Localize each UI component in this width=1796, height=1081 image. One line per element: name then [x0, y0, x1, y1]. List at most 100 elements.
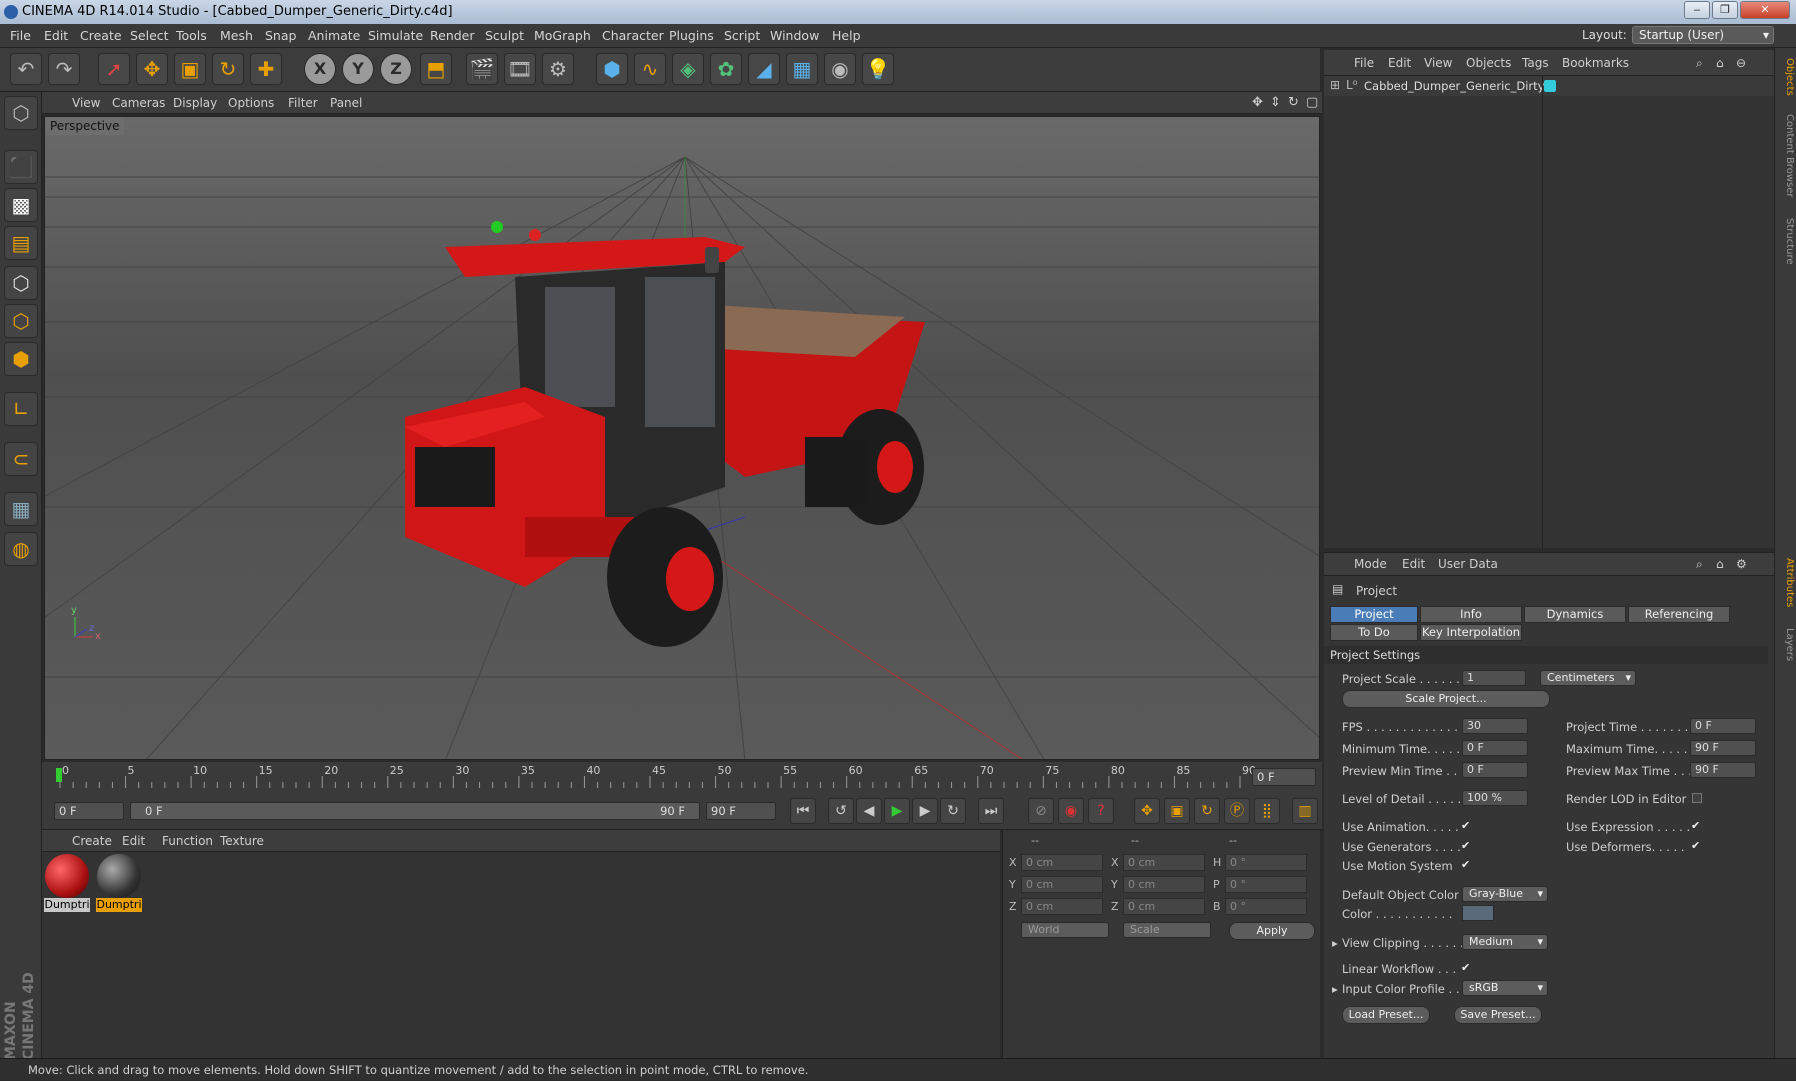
menu-snap[interactable]: Snap: [265, 24, 296, 48]
menu-edit[interactable]: Edit: [44, 24, 68, 48]
y-axis-icon[interactable]: Y: [342, 53, 374, 85]
rotation-b-field[interactable]: 0 °: [1225, 898, 1307, 915]
minimize-button[interactable]: ‒: [1684, 1, 1710, 19]
menu-create[interactable]: Create: [80, 24, 122, 48]
tab-info[interactable]: Info: [1420, 606, 1522, 623]
search-icon[interactable]: ⌕: [1696, 553, 1703, 575]
live-select-icon[interactable]: ➚: [98, 53, 130, 85]
cube-icon[interactable]: ⬢: [596, 53, 628, 85]
preview-max-time-field[interactable]: 90 F: [1690, 762, 1756, 778]
fps-field[interactable]: 30: [1462, 718, 1528, 734]
preview-range-slider[interactable]: 0 F 90 F: [130, 802, 700, 820]
viewport-zoom-icon[interactable]: ⇕: [1270, 92, 1281, 114]
array-icon[interactable]: ✿: [710, 53, 742, 85]
menu-window[interactable]: Window: [770, 24, 819, 48]
viewport-menu-view[interactable]: View: [72, 92, 100, 114]
snap-icon[interactable]: ◍: [4, 532, 38, 566]
menu-animate[interactable]: Animate: [308, 24, 360, 48]
position-x-field[interactable]: 0 cm: [1021, 854, 1103, 871]
objects-menu-bookmarks[interactable]: Bookmarks: [1562, 50, 1629, 76]
move-icon[interactable]: ✥: [136, 53, 168, 85]
x-axis-icon[interactable]: X: [304, 53, 336, 85]
preview-min-time-field[interactable]: 0 F: [1462, 762, 1528, 778]
tab-objects[interactable]: Objects: [1777, 58, 1795, 96]
record-active-icon[interactable]: ⊘: [1028, 798, 1054, 824]
autokey-icon[interactable]: ◉: [1058, 798, 1084, 824]
key-scale-icon[interactable]: ▣: [1164, 798, 1190, 824]
previous-frame-icon[interactable]: ◀: [856, 798, 882, 824]
viewport-menu-panel[interactable]: Panel: [330, 92, 362, 114]
timeline-playhead[interactable]: [56, 768, 62, 782]
deformer-icon[interactable]: ◢: [748, 53, 780, 85]
home-icon[interactable]: ⌂: [1716, 50, 1724, 76]
menu-tools[interactable]: Tools: [176, 24, 207, 48]
use-motion-system-checkbox[interactable]: ✔: [1461, 859, 1473, 871]
size-mode-dropdown[interactable]: Scale: [1123, 922, 1211, 938]
next-frame-icon[interactable]: ▶: [912, 798, 938, 824]
apply-button[interactable]: Apply: [1229, 922, 1315, 940]
add-icon[interactable]: ✚: [250, 53, 282, 85]
timeline-ruler[interactable]: 0 5 10 15 20 25 30 35 40 45 50 55 60 65 70 75 80 85 90 0 F: [42, 762, 1322, 794]
material-tag-icon[interactable]: [1544, 80, 1556, 92]
dumper-truck-model[interactable]: [405, 221, 925, 647]
tab-referencing[interactable]: Referencing: [1628, 606, 1730, 623]
tab-dynamics[interactable]: Dynamics: [1524, 606, 1626, 623]
expand-arrow-icon[interactable]: ▸: [1332, 982, 1338, 996]
make-editable-icon[interactable]: ⬡: [4, 96, 38, 130]
project-scale-field[interactable]: 1: [1462, 670, 1526, 686]
viewport-menu-options[interactable]: Options: [228, 92, 274, 114]
position-z-field[interactable]: 0 cm: [1021, 898, 1103, 915]
key-pla-icon[interactable]: ⣿: [1254, 798, 1280, 824]
use-deformers-checkbox[interactable]: ✔: [1691, 840, 1703, 852]
navigation-icon[interactable]: ⌂: [1716, 553, 1724, 575]
units-dropdown[interactable]: Centimeters ▾: [1540, 670, 1636, 686]
layout-dropdown[interactable]: Startup (User) ▾: [1632, 26, 1774, 44]
attributes-menu-user-data[interactable]: User Data: [1438, 553, 1498, 575]
end-frame-field[interactable]: 90 F: [706, 802, 776, 820]
start-frame-field[interactable]: 0 F: [54, 802, 124, 820]
size-x-field[interactable]: 0 cm: [1123, 854, 1205, 871]
load-preset-button[interactable]: Load Preset...: [1342, 1006, 1430, 1024]
tab-layers[interactable]: Layers: [1777, 628, 1795, 661]
z-axis-icon[interactable]: Z: [380, 53, 412, 85]
use-generators-checkbox[interactable]: ✔: [1461, 840, 1473, 852]
keyframe-selection-icon[interactable]: ?: [1088, 798, 1114, 824]
tab-content-browser[interactable]: Content Browser: [1777, 114, 1795, 197]
material-menu-function[interactable]: Function: [162, 830, 213, 852]
scale-project-button[interactable]: Scale Project...: [1342, 690, 1550, 708]
attributes-menu-edit[interactable]: Edit: [1402, 553, 1425, 575]
expand-icon[interactable]: ⊞: [1330, 78, 1340, 92]
go-to-end-icon[interactable]: ⏭: [978, 798, 1004, 824]
spline-icon[interactable]: ∿: [634, 53, 666, 85]
texture-mode-icon[interactable]: ▩: [4, 188, 38, 222]
objects-menu-objects[interactable]: Objects: [1466, 50, 1511, 76]
viewport-layout-icon[interactable]: ▢: [1306, 92, 1318, 114]
maximize-button[interactable]: ❐: [1712, 1, 1738, 19]
input-color-profile-dropdown[interactable]: sRGB ▾: [1462, 980, 1548, 996]
menu-script[interactable]: Script: [724, 24, 760, 48]
tab-to-do[interactable]: To Do: [1330, 624, 1418, 641]
expand-arrow-icon[interactable]: ▸: [1332, 936, 1338, 950]
minimum-time-field[interactable]: 0 F: [1462, 740, 1528, 756]
objects-menu-edit[interactable]: Edit: [1388, 50, 1411, 76]
model-mode-icon[interactable]: ⬛: [4, 150, 38, 184]
go-to-start-icon[interactable]: ⏮: [790, 798, 816, 824]
timeline-window-icon[interactable]: ▥: [1292, 798, 1318, 824]
objects-menu-view[interactable]: View: [1424, 50, 1452, 76]
viewport-menu-filter[interactable]: Filter: [288, 92, 318, 114]
magnet-icon[interactable]: ⊂: [4, 442, 38, 476]
search-icon[interactable]: ⌕: [1696, 50, 1703, 76]
material-menu-edit[interactable]: Edit: [122, 830, 145, 852]
menu-sculpt[interactable]: Sculpt: [485, 24, 524, 48]
level-of-detail-field[interactable]: 100 %: [1462, 790, 1528, 806]
material-menu-texture[interactable]: Texture: [220, 830, 264, 852]
objects-menu-file[interactable]: File: [1354, 50, 1374, 76]
workplane-icon[interactable]: ▤: [4, 226, 38, 260]
use-expression-checkbox[interactable]: ✔: [1691, 820, 1703, 832]
list-item[interactable]: ⊞ L⁰ Cabbed_Dumper_Generic_Dirty: [1324, 76, 1774, 96]
points-mode-icon[interactable]: ⬡: [4, 266, 38, 300]
render-lod-checkbox[interactable]: [1692, 793, 1702, 803]
key-rotation-icon[interactable]: ↻: [1194, 798, 1220, 824]
menu-character[interactable]: Character: [602, 24, 664, 48]
nurbs-icon[interactable]: ◈: [672, 53, 704, 85]
